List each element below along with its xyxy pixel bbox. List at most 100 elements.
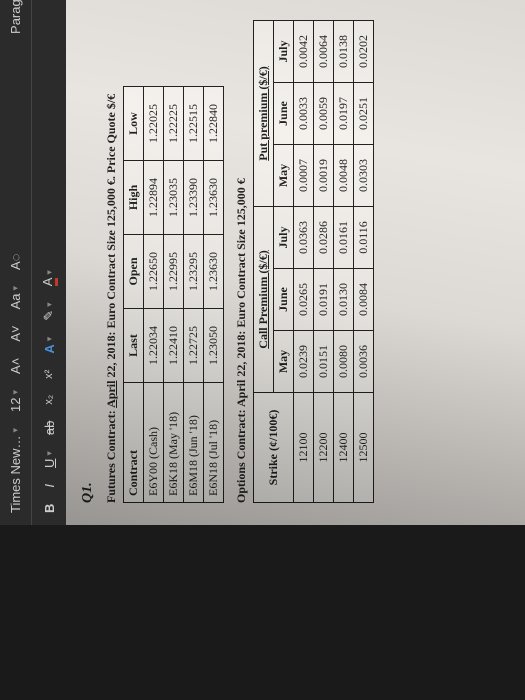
- cell: 1.22515: [184, 87, 204, 161]
- table-row: 125000.00360.00840.01160.03030.02510.020…: [354, 21, 374, 503]
- cell: 1.22034: [144, 309, 164, 383]
- cell: 0.0036: [354, 331, 374, 393]
- chevron-down-icon: ▾: [44, 451, 55, 456]
- italic-button[interactable]: I: [40, 480, 59, 492]
- cell: 0.0130: [334, 269, 354, 331]
- col-contract: Contract: [124, 383, 144, 503]
- cell: 1.22894: [144, 161, 164, 235]
- col-strike: Strike (¢/100€): [254, 393, 294, 503]
- cell: 0.0048: [334, 145, 354, 207]
- cell: E6M18 (Jun '18): [184, 383, 204, 503]
- text-effects-button[interactable]: A ▾: [40, 333, 59, 358]
- cell: 1.23035: [164, 161, 184, 235]
- cell: E6K18 (May '18): [164, 383, 184, 503]
- table-row: E6Y00 (Cash)1.220341.226501.228941.22025: [144, 87, 164, 503]
- pencil-icon: ✎: [41, 310, 57, 321]
- highlight-button[interactable]: ✎ ▾: [39, 298, 59, 324]
- col-july: July: [274, 207, 294, 269]
- cell: 1.23390: [184, 161, 204, 235]
- cell: 1.23630: [204, 161, 224, 235]
- cell: 0.0007: [294, 145, 314, 207]
- col-low: Low: [124, 87, 144, 161]
- font-color-button[interactable]: A ▾: [38, 266, 60, 290]
- clear-format-button[interactable]: A◌: [6, 250, 25, 274]
- chevron-down-icon: ▾: [44, 302, 55, 307]
- options-table: Strike (¢/100€) Call Premium ($/€) Put p…: [253, 20, 374, 503]
- ribbon-row2: B I U ▾ ab x₂ x² A ▾ ✎ ▾ A ▾ Sen: [32, 0, 66, 525]
- font-size: 12: [8, 397, 23, 411]
- cell: 0.0138: [334, 21, 354, 83]
- cell: 1.23630: [204, 235, 224, 309]
- font-size-dropdown[interactable]: 12 ▾: [6, 386, 25, 416]
- col-put: Put premium ($/€): [254, 21, 274, 207]
- font-name: Times New…: [8, 435, 23, 513]
- table-row: 124000.00800.01300.01610.00480.01970.013…: [334, 21, 354, 503]
- cell: 12200: [314, 393, 334, 503]
- col-may: May: [274, 331, 294, 393]
- cell: 0.0151: [314, 331, 334, 393]
- cell: 0.0265: [294, 269, 314, 331]
- cell: 0.0033: [294, 83, 314, 145]
- cell: 1.22995: [164, 235, 184, 309]
- strike-button[interactable]: ab: [40, 417, 59, 439]
- table-row: E6M18 (Jun '18)1.227251.232951.233901.22…: [184, 87, 204, 503]
- table-row: E6N18 (Jul '18)1.230501.236301.236301.22…: [204, 87, 224, 503]
- cell: 0.0239: [294, 331, 314, 393]
- cell: 0.0191: [314, 269, 334, 331]
- caption-underline: April: [104, 381, 118, 408]
- document-page: Q1. Futures Contract: April 22, 2018: Eu…: [66, 0, 525, 525]
- col-may: May: [274, 145, 294, 207]
- col-june: June: [274, 83, 294, 145]
- cell: 1.22025: [144, 87, 164, 161]
- cell: 12500: [354, 393, 374, 503]
- cell: 0.0042: [294, 21, 314, 83]
- chevron-down-icon: ▾: [44, 270, 55, 275]
- underline-label: U: [42, 459, 57, 468]
- cell: E6Y00 (Cash): [144, 383, 164, 503]
- grow-font-button[interactable]: A˄: [6, 354, 25, 378]
- cell: 0.0161: [334, 207, 354, 269]
- table-row: 121000.02390.02650.03630.00070.00330.004…: [294, 21, 314, 503]
- col-call: Call Premium ($/€): [254, 207, 274, 393]
- chevron-down-icon: ▾: [10, 286, 21, 291]
- shrink-font-button[interactable]: A˅: [6, 321, 25, 345]
- chevron-down-icon: ▾: [10, 390, 21, 395]
- underline-button[interactable]: U ▾: [40, 447, 59, 472]
- cell: 0.0303: [354, 145, 374, 207]
- cell: 1.22410: [164, 309, 184, 383]
- change-case-button[interactable]: Aa ▾: [6, 282, 25, 313]
- col-july: July: [274, 21, 294, 83]
- font-name-dropdown[interactable]: Times New… ▾: [6, 424, 25, 517]
- col-last: Last: [124, 309, 144, 383]
- col-june: June: [274, 269, 294, 331]
- options-caption: Options Contract: April 22, 2018: Euro C…: [234, 0, 249, 503]
- cell: 0.0084: [354, 269, 374, 331]
- ribbon: Times New… ▾ 12 ▾ A˄ A˅ Aa ▾ A◌ Paragrap…: [0, 0, 32, 525]
- text-effects-label: A: [42, 344, 57, 353]
- chevron-down-icon: ▾: [10, 428, 21, 433]
- subscript-button[interactable]: x₂: [41, 391, 57, 409]
- table-row: E6K18 (May '18)1.224101.229951.230351.22…: [164, 87, 184, 503]
- futures-table: Contract Last Open High Low E6Y00 (Cash)…: [123, 86, 224, 503]
- superscript-button[interactable]: x²: [41, 366, 57, 383]
- bold-button[interactable]: B: [40, 500, 59, 517]
- cell: 1.22840: [204, 87, 224, 161]
- cell: 1.22650: [144, 235, 164, 309]
- col-high: High: [124, 161, 144, 235]
- cell: 1.23050: [204, 309, 224, 383]
- cell: 0.0116: [354, 207, 374, 269]
- cell: 0.0019: [314, 145, 334, 207]
- cell: 0.0202: [354, 21, 374, 83]
- cell: 0.0197: [334, 83, 354, 145]
- cell: 12400: [334, 393, 354, 503]
- cell: 1.22225: [164, 87, 184, 161]
- table-header-row: Strike (¢/100€) Call Premium ($/€) Put p…: [254, 21, 274, 503]
- chevron-down-icon: ▾: [44, 337, 55, 342]
- caption-text: 22, 2018: Euro Contract Size 125,000 €. …: [104, 94, 118, 381]
- paragraph-label: Paragraph: [8, 0, 23, 34]
- case-label: Aa: [8, 294, 23, 310]
- cell: 0.0064: [314, 21, 334, 83]
- cell: 0.0286: [314, 207, 334, 269]
- cell: 0.0251: [354, 83, 374, 145]
- cell: 12100: [294, 393, 314, 503]
